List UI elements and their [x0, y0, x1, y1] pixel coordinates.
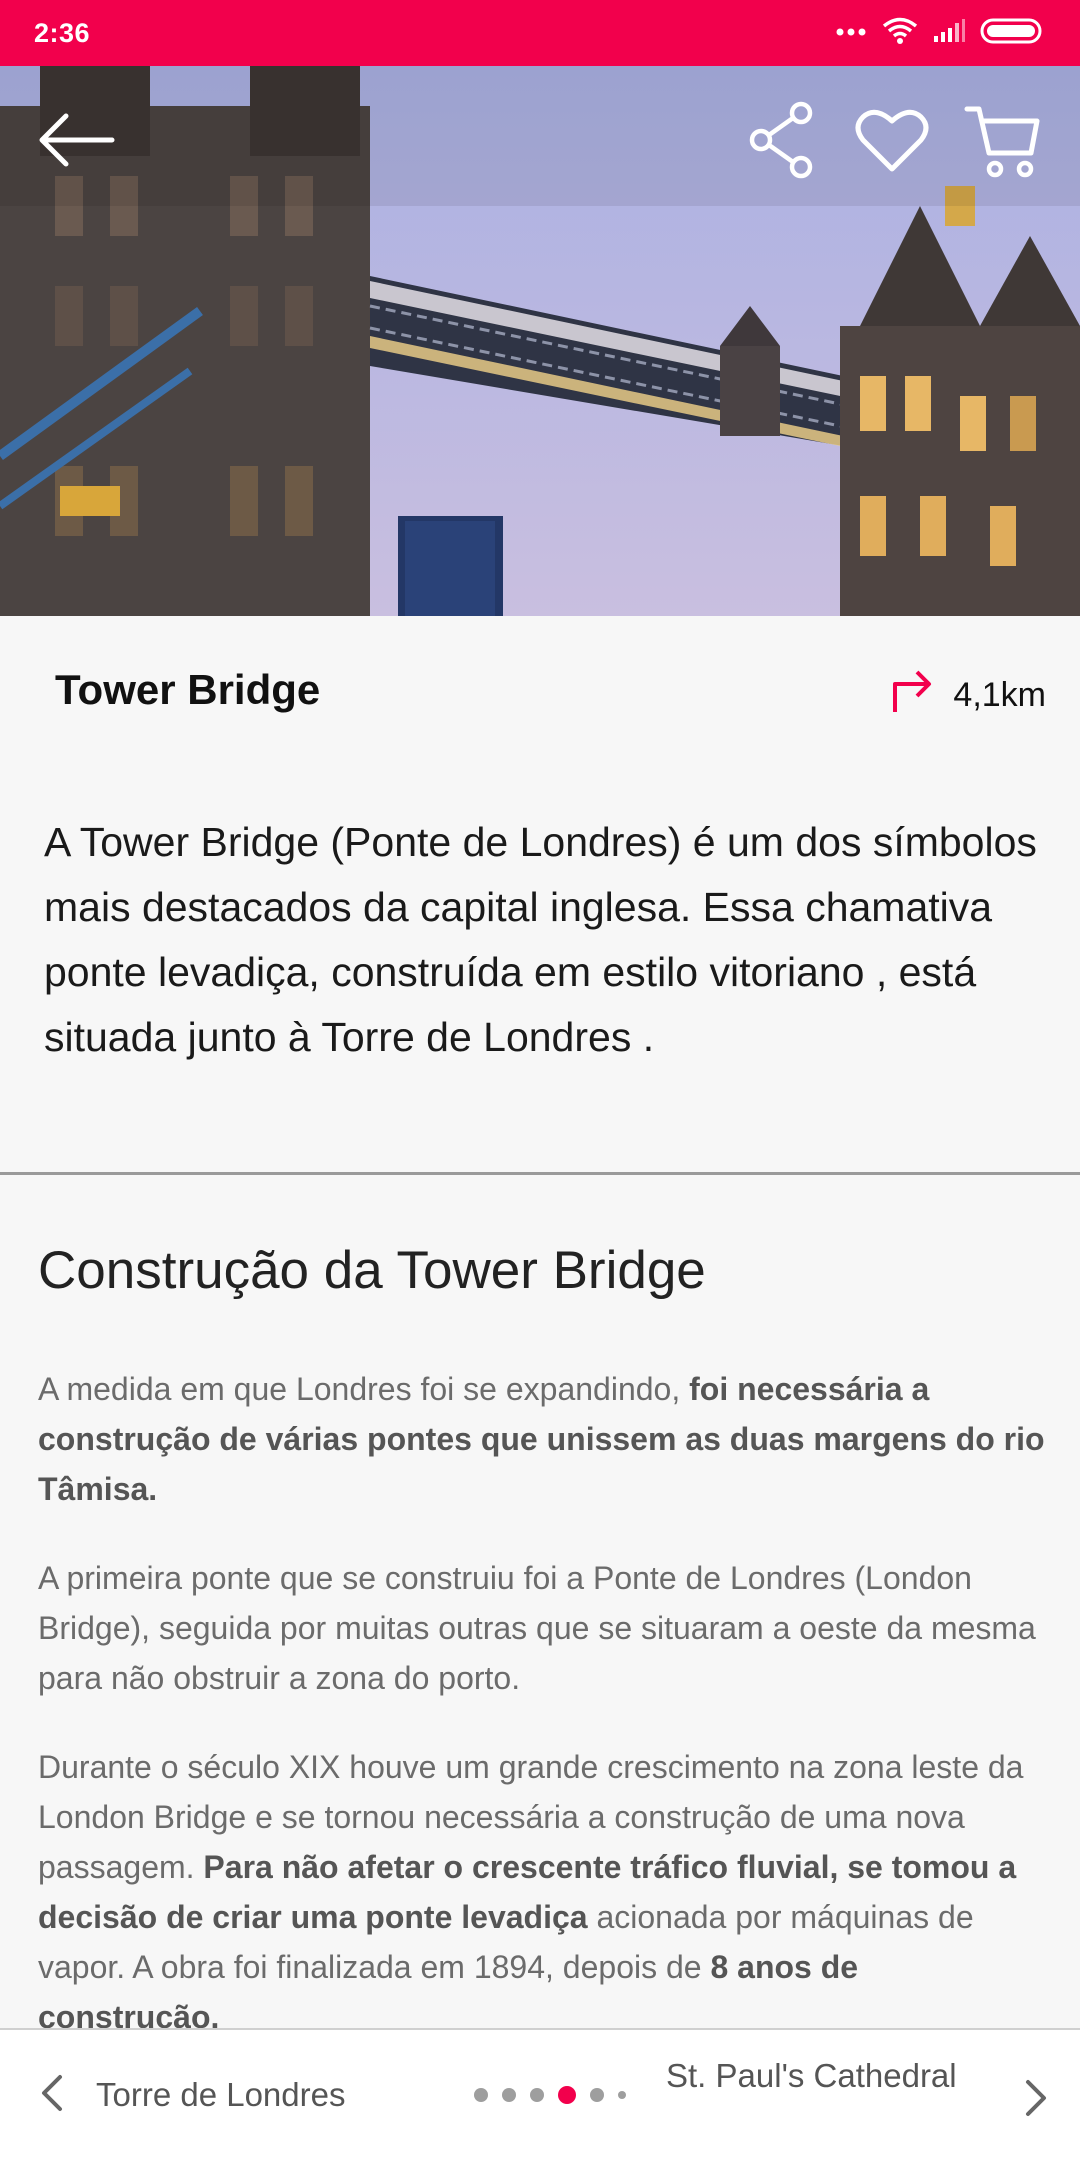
back-button[interactable] — [36, 102, 116, 182]
bottom-navigation: Torre de Londres St. Paul's Cathedral — [0, 2028, 1080, 2162]
back-arrow-icon — [36, 110, 116, 175]
share-icon — [747, 101, 817, 184]
next-place-button[interactable]: St. Paul's Cathedral — [666, 2056, 1056, 2146]
paragraph-3: Durante o século XIX houve um grande cre… — [38, 1742, 1048, 2042]
page-dot — [474, 2088, 488, 2102]
cart-icon — [963, 101, 1041, 184]
paragraph-2: A primeira ponte que se construiu foi a … — [38, 1553, 1048, 1703]
cart-button[interactable] — [962, 102, 1042, 182]
paragraph-1: A medida em que Londres foi se expandind… — [38, 1364, 1048, 1514]
divider — [0, 1172, 1080, 1175]
favorite-button[interactable] — [852, 102, 932, 182]
chevron-left-icon — [40, 2073, 64, 2118]
hero-image — [0, 66, 1080, 616]
section-title: Construção da Tower Bridge — [38, 1241, 706, 1300]
previous-place-button[interactable]: Torre de Londres — [40, 2030, 345, 2160]
status-bar: 2:36 — [0, 0, 1080, 66]
share-button[interactable] — [742, 101, 822, 184]
page-dot — [530, 2088, 544, 2102]
distance-value: 4,1km — [953, 676, 1046, 714]
paragraph-text: A primeira ponte que se construiu foi a … — [38, 1560, 1036, 1696]
heart-icon — [855, 107, 929, 178]
dots-icon — [836, 24, 868, 42]
intro-text: A Tower Bridge (Ponte de Londres) é um d… — [44, 819, 1037, 1060]
wifi-icon — [882, 17, 918, 50]
distance-indicator[interactable]: 4,1km — [891, 668, 1046, 723]
title-row: Tower Bridge 4,1km — [0, 616, 1080, 766]
page-dot-active — [558, 2086, 576, 2104]
paragraph-text: A medida em que Londres foi se expandind… — [38, 1371, 690, 1407]
status-icons — [836, 17, 1046, 50]
page-indicator — [474, 2086, 626, 2104]
status-time: 2:36 — [34, 17, 91, 48]
signal-icon — [932, 18, 966, 49]
battery-icon — [980, 17, 1046, 50]
page-dot — [502, 2088, 516, 2102]
chevron-right-icon — [1024, 2078, 1048, 2123]
page-dot — [618, 2091, 626, 2099]
next-place-label: St. Paul's Cathedral — [666, 2057, 957, 2094]
previous-place-label: Torre de Londres — [96, 2076, 346, 2113]
directions-icon — [891, 668, 935, 723]
place-title: Tower Bridge — [55, 666, 321, 713]
page-dot — [590, 2088, 604, 2102]
